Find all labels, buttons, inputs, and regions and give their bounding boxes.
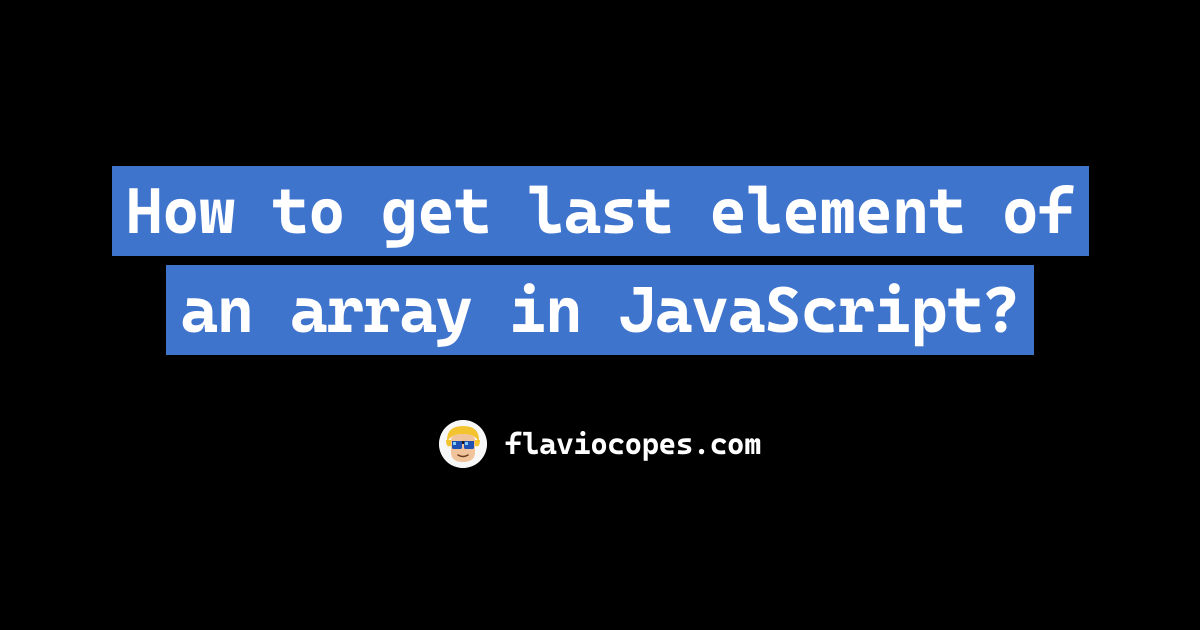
page-title: How to get last element of an array in J… <box>75 162 1125 360</box>
credit-row: flaviocopes.com <box>439 420 761 468</box>
avatar-icon <box>439 420 487 468</box>
site-name: flaviocopes.com <box>505 427 761 462</box>
title-text: How to get last element of an array in J… <box>112 166 1089 355</box>
avatar <box>439 420 487 468</box>
